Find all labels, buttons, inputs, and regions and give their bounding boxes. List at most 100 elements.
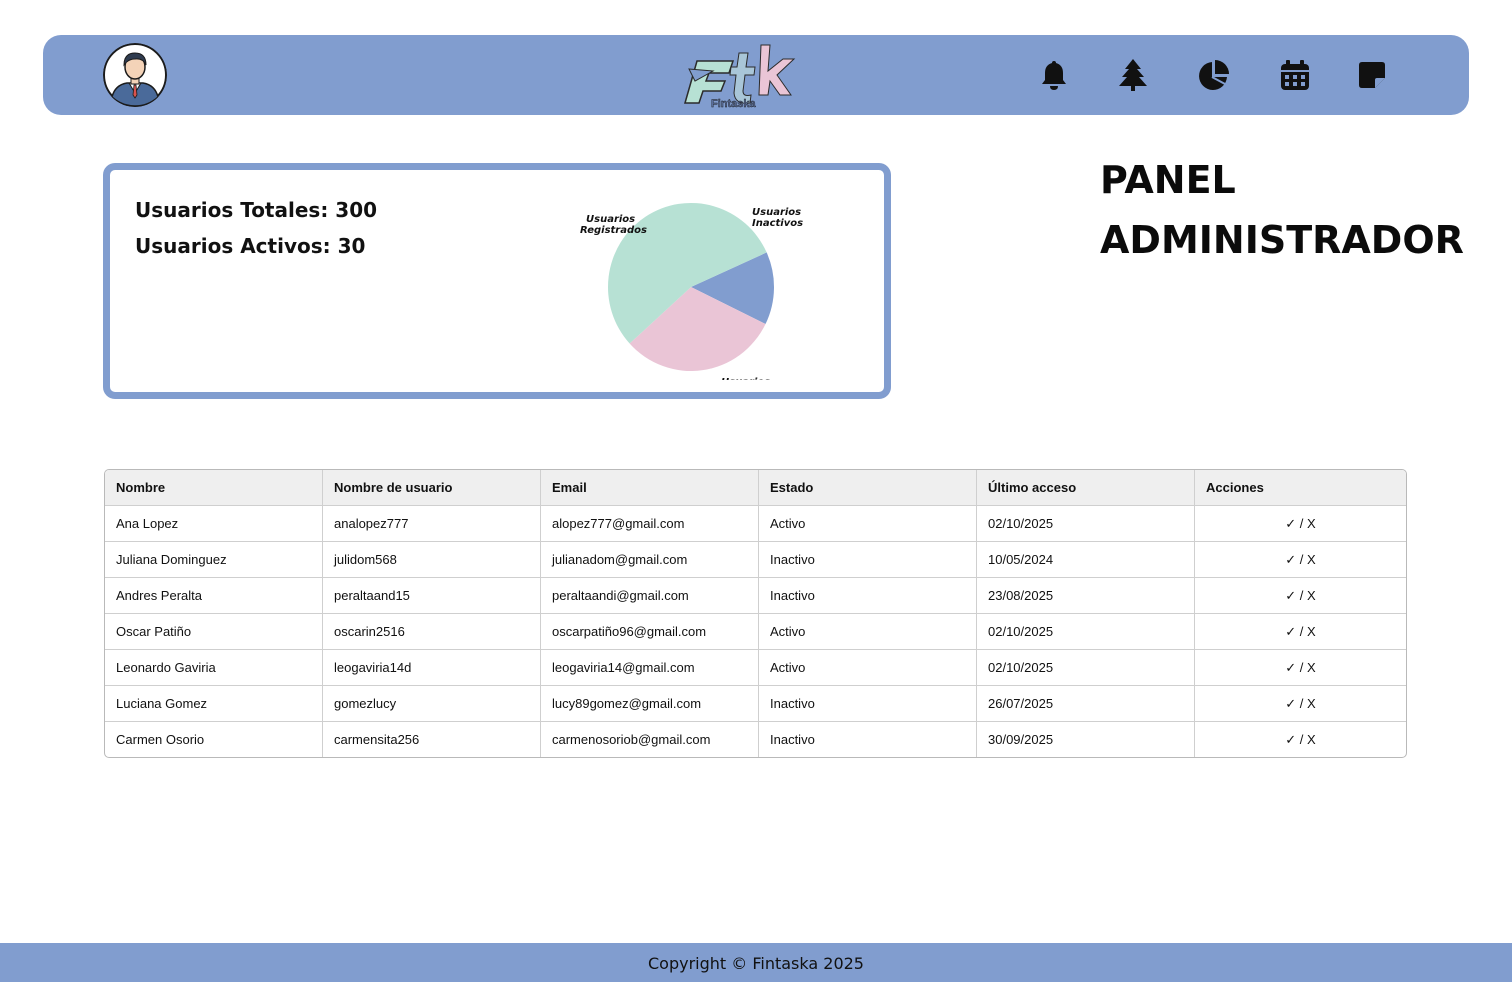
cell-last-access: 10/05/2024	[977, 542, 1195, 578]
cell-name: Juliana Dominguez	[105, 542, 323, 578]
action-separator: /	[1296, 515, 1308, 531]
table-header-row: Nombre Nombre de usuario Email Estado Úl…	[105, 470, 1406, 506]
total-users-label: Usuarios Totales: 300	[135, 198, 378, 222]
cell-actions: ✓ / X	[1195, 722, 1406, 757]
pie-label-registrados-line2: Registrados	[580, 225, 647, 236]
action-separator: /	[1296, 623, 1308, 639]
cell-last-access: 02/10/2025	[977, 650, 1195, 686]
reject-button[interactable]: X	[1307, 732, 1316, 747]
table-row: Carmen Osorio carmensita256 carmenosoriob@…	[105, 722, 1406, 757]
cell-name: Carmen Osorio	[105, 722, 323, 757]
action-separator: /	[1296, 551, 1308, 567]
column-header: Estado	[759, 470, 977, 506]
reject-button[interactable]: X	[1307, 696, 1316, 711]
reject-button[interactable]: X	[1307, 624, 1316, 639]
cell-actions: ✓ / X	[1195, 614, 1406, 650]
column-header: Nombre de usuario	[323, 470, 541, 506]
cell-username: leogaviria14d	[323, 650, 541, 686]
cell-username: carmensita256	[323, 722, 541, 757]
approve-button[interactable]: ✓	[1285, 516, 1296, 531]
column-header: Acciones	[1195, 470, 1406, 506]
cell-username: peraltaand15	[323, 578, 541, 614]
reject-button[interactable]: X	[1307, 516, 1316, 531]
cell-name: Oscar Patiño	[105, 614, 323, 650]
table-row: Luciana Gomez gomezlucy lucy89gomez@gmail.…	[105, 686, 1406, 722]
note-icon[interactable]	[1355, 58, 1389, 92]
column-header: Último acceso	[977, 470, 1195, 506]
cell-last-access: 30/09/2025	[977, 722, 1195, 757]
top-navbar: Fintaska	[43, 35, 1469, 115]
cell-status: Activo	[759, 614, 977, 650]
pie-chart-icon[interactable]	[1197, 58, 1231, 92]
cell-status: Inactivo	[759, 578, 977, 614]
footer: Copyright © Fintaska 2025	[0, 943, 1512, 982]
reject-button[interactable]: X	[1307, 660, 1316, 675]
table-row: Juliana Dominguez julidom568 julianadom@gm…	[105, 542, 1406, 578]
calendar-icon[interactable]	[1278, 58, 1312, 92]
approve-button[interactable]: ✓	[1285, 732, 1296, 747]
cell-status: Activo	[759, 506, 977, 542]
page-title-line2: ADMINISTRADOR	[1100, 218, 1464, 262]
cell-status: Inactivo	[759, 542, 977, 578]
cell-name: Andres Peralta	[105, 578, 323, 614]
cell-email: carmenosoriob@gmail.com	[541, 722, 759, 757]
fintaska-logo[interactable]: Fintaska	[673, 41, 803, 110]
bell-icon[interactable]	[1037, 58, 1071, 92]
cell-last-access: 23/08/2025	[977, 578, 1195, 614]
page-title-line1: PANEL	[1100, 158, 1236, 202]
cell-email: oscarpatiño96@gmail.com	[541, 614, 759, 650]
cell-email: alopez777@gmail.com	[541, 506, 759, 542]
cell-name: Leonardo Gaviria	[105, 650, 323, 686]
avatar-icon[interactable]	[103, 43, 167, 107]
cell-email: peraltaandi@gmail.com	[541, 578, 759, 614]
users-table: Nombre Nombre de usuario Email Estado Úl…	[104, 469, 1407, 758]
action-separator: /	[1296, 695, 1308, 711]
table-row: Oscar Patiño oscarin2516 oscarpatiño96@gma…	[105, 614, 1406, 650]
cell-username: gomezlucy	[323, 686, 541, 722]
reject-button[interactable]: X	[1307, 588, 1316, 603]
table-row: Leonardo Gaviria leogaviria14d leogaviria1…	[105, 650, 1406, 686]
cell-status: Inactivo	[759, 722, 977, 757]
cell-username: analopez777	[323, 506, 541, 542]
cell-actions: ✓ / X	[1195, 506, 1406, 542]
users-stats-card: Usuarios Totales: 300 Usuarios Activos: …	[103, 163, 891, 399]
table-row: Andres Peralta peraltaand15 peraltaandi@gm…	[105, 578, 1406, 614]
cell-username: julidom568	[323, 542, 541, 578]
action-separator: /	[1296, 731, 1308, 747]
page-title: PANEL ADMINISTRADOR	[1100, 150, 1500, 270]
pie-label-inactivos-line2: Inactivos	[752, 218, 803, 229]
column-header: Email	[541, 470, 759, 506]
cell-name: Ana Lopez	[105, 506, 323, 542]
action-separator: /	[1296, 587, 1308, 603]
cell-status: Activo	[759, 650, 977, 686]
cell-actions: ✓ / X	[1195, 650, 1406, 686]
cell-actions: ✓ / X	[1195, 578, 1406, 614]
reject-button[interactable]: X	[1307, 552, 1316, 567]
table-row: Ana Lopez analopez777 alopez777@gmail.com A…	[105, 506, 1406, 542]
approve-button[interactable]: ✓	[1285, 588, 1296, 603]
approve-button[interactable]: ✓	[1285, 660, 1296, 675]
cell-last-access: 02/10/2025	[977, 506, 1195, 542]
cell-email: lucy89gomez@gmail.com	[541, 686, 759, 722]
approve-button[interactable]: ✓	[1285, 696, 1296, 711]
cell-actions: ✓ / X	[1195, 542, 1406, 578]
pie-label-registrados-line1: Usuarios	[586, 214, 635, 225]
cell-last-access: 02/10/2025	[977, 614, 1195, 650]
cell-last-access: 26/07/2025	[977, 686, 1195, 722]
approve-button[interactable]: ✓	[1285, 624, 1296, 639]
cell-email: julianadom@gmail.com	[541, 542, 759, 578]
tree-icon[interactable]	[1116, 58, 1150, 92]
users-pie-chart: Usuarios Registrados Usuarios Inactivos …	[580, 202, 803, 380]
action-separator: /	[1296, 659, 1308, 675]
cell-name: Luciana Gomez	[105, 686, 323, 722]
copyright-text: Copyright © Fintaska 2025	[648, 954, 864, 973]
pie-label-inactivos-line1: Usuarios	[752, 207, 801, 218]
pie-label-usuarios: Usuarios	[721, 377, 770, 380]
column-header: Nombre	[105, 470, 323, 506]
cell-username: oscarin2516	[323, 614, 541, 650]
cell-actions: ✓ / X	[1195, 686, 1406, 722]
approve-button[interactable]: ✓	[1285, 552, 1296, 567]
cell-email: leogaviria14@gmail.com	[541, 650, 759, 686]
cell-status: Inactivo	[759, 686, 977, 722]
logo-subtext: Fintaska	[711, 98, 757, 109]
